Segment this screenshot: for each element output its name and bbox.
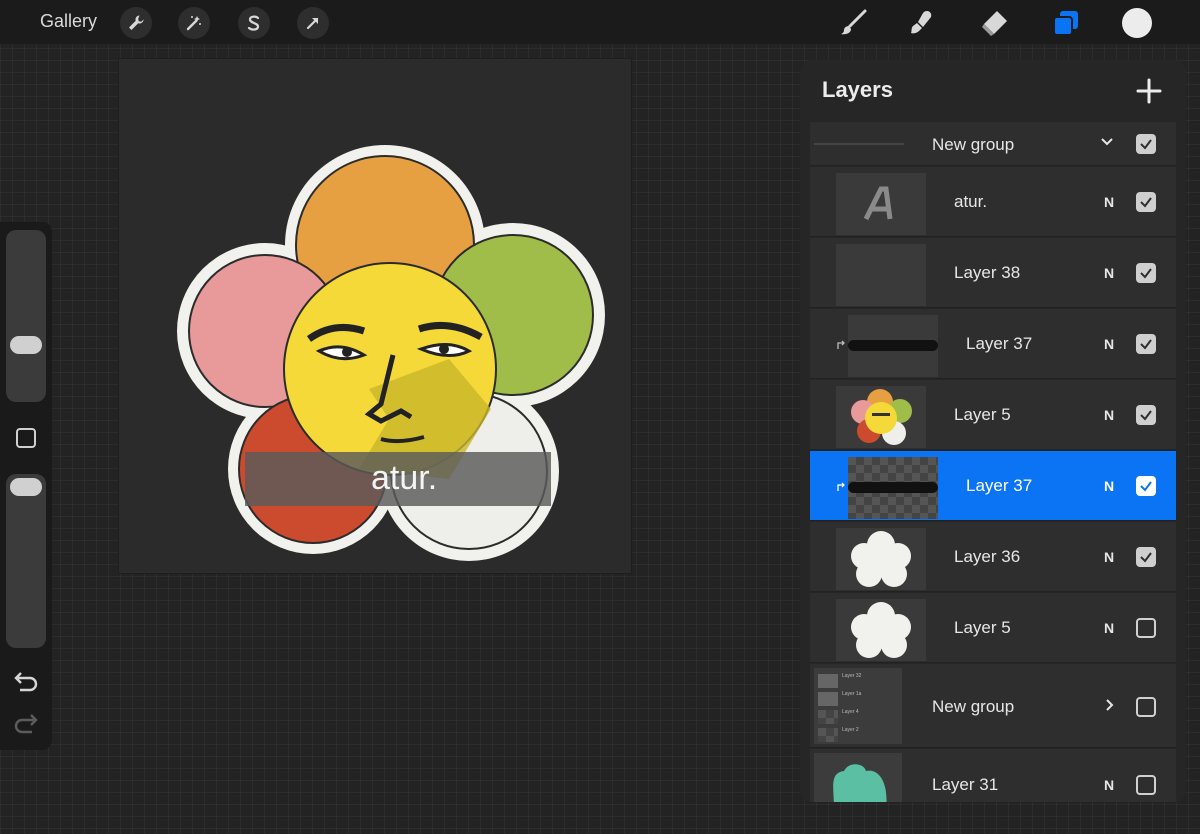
- layer-name[interactable]: Layer 37: [966, 476, 1032, 496]
- layer-row[interactable]: Layer 37 N: [810, 309, 1176, 379]
- brush-icon[interactable]: [836, 6, 870, 40]
- layers-panel: Layers New group atur. N Layer 38 N Laye…: [800, 60, 1186, 802]
- blend-mode[interactable]: N: [1104, 265, 1114, 281]
- layer-thumbnail: [836, 244, 926, 306]
- layer-row[interactable]: Layer 31 N: [810, 749, 1176, 802]
- group-thumb-label: Layer 2: [842, 727, 859, 733]
- modify-button[interactable]: [16, 428, 36, 448]
- left-sidebar: [0, 222, 52, 750]
- blend-mode[interactable]: N: [1104, 549, 1114, 565]
- layer-thumbnail: [848, 457, 938, 519]
- text-layer-icon: [863, 186, 893, 221]
- blend-mode[interactable]: N: [1104, 407, 1114, 423]
- blend-mode[interactable]: N: [1104, 194, 1114, 210]
- visibility-checkbox[interactable]: [1136, 405, 1156, 425]
- visibility-checkbox[interactable]: [1136, 547, 1156, 567]
- wrench-icon[interactable]: [120, 7, 152, 39]
- layer-thumbnail: [836, 528, 926, 590]
- selection-s-icon[interactable]: [238, 7, 270, 39]
- blend-mode[interactable]: N: [1104, 777, 1114, 793]
- layer-thumbnail: [848, 315, 938, 377]
- layer-name[interactable]: Layer 31: [932, 775, 998, 795]
- blend-mode[interactable]: N: [1104, 478, 1114, 494]
- eraser-icon[interactable]: [977, 6, 1011, 40]
- layer-name[interactable]: Layer 5: [954, 618, 1011, 638]
- group-thumb-label: Layer 1a: [842, 691, 862, 697]
- layer-name[interactable]: Layer 36: [954, 547, 1020, 567]
- clipping-mask-icon: [836, 479, 846, 491]
- layer-row[interactable]: Layer 5 N: [810, 593, 1176, 663]
- chevron-down-icon[interactable]: [1100, 134, 1114, 153]
- gallery-button[interactable]: Gallery: [40, 11, 97, 32]
- artwork-text: atur.: [371, 459, 438, 497]
- group-thumbnail: Layer 32 Layer 1a Layer 4 Layer 2: [814, 668, 902, 744]
- transform-arrow-icon[interactable]: [297, 7, 329, 39]
- top-toolbar: Gallery: [0, 0, 1200, 44]
- layer-name[interactable]: New group: [932, 697, 1014, 717]
- group-thumb-label: Layer 4: [842, 709, 859, 715]
- opacity-handle[interactable]: [10, 478, 42, 496]
- magic-wand-icon[interactable]: [178, 7, 210, 39]
- layer-name[interactable]: Layer 5: [954, 405, 1011, 425]
- layer-name[interactable]: atur.: [954, 192, 987, 212]
- layer-group-row[interactable]: Layer 32 Layer 1a Layer 4 Layer 2 New gr…: [810, 664, 1176, 748]
- layer-name[interactable]: Layer 38: [954, 263, 1020, 283]
- visibility-checkbox[interactable]: [1136, 134, 1156, 154]
- group-thumb-line: [814, 143, 904, 145]
- layer-row[interactable]: Layer 36 N: [810, 522, 1176, 592]
- visibility-checkbox[interactable]: [1136, 476, 1156, 496]
- visibility-checkbox[interactable]: [1136, 334, 1156, 354]
- redo-icon[interactable]: [12, 712, 40, 734]
- visibility-checkbox[interactable]: [1136, 192, 1156, 212]
- layer-name[interactable]: Layer 37: [966, 334, 1032, 354]
- blend-mode[interactable]: N: [1104, 620, 1114, 636]
- smudge-icon[interactable]: [905, 6, 939, 40]
- visibility-checkbox[interactable]: [1136, 618, 1156, 638]
- brush-size-handle[interactable]: [10, 336, 42, 354]
- visibility-checkbox[interactable]: [1136, 697, 1156, 717]
- add-layer-button[interactable]: [1134, 76, 1164, 106]
- color-picker-button[interactable]: [1122, 8, 1152, 38]
- layer-row-selected[interactable]: Layer 37 N: [810, 451, 1176, 521]
- layer-thumbnail: [814, 753, 902, 802]
- layers-icon[interactable]: [1049, 6, 1083, 40]
- layers-title: Layers: [822, 77, 893, 102]
- layer-row[interactable]: atur. N: [810, 167, 1176, 237]
- layer-row[interactable]: Layer 38 N: [810, 238, 1176, 308]
- layer-name[interactable]: New group: [932, 135, 1014, 155]
- group-thumb-label: Layer 32: [842, 673, 862, 679]
- layer-thumbnail: [836, 386, 926, 448]
- visibility-checkbox[interactable]: [1136, 775, 1156, 795]
- layer-group-row[interactable]: New group: [810, 122, 1176, 166]
- visibility-checkbox[interactable]: [1136, 263, 1156, 283]
- brush-size-slider[interactable]: [6, 230, 46, 402]
- layer-thumbnail: [836, 599, 926, 661]
- clipping-mask-icon: [836, 337, 846, 349]
- drawing-canvas[interactable]: atur.: [118, 58, 632, 574]
- layer-thumbnail: [836, 173, 926, 235]
- chevron-right-icon[interactable]: [1102, 698, 1116, 717]
- blend-mode[interactable]: N: [1104, 336, 1114, 352]
- opacity-slider[interactable]: [6, 474, 46, 648]
- undo-icon[interactable]: [12, 670, 40, 692]
- layer-row[interactable]: Layer 5 N: [810, 380, 1176, 450]
